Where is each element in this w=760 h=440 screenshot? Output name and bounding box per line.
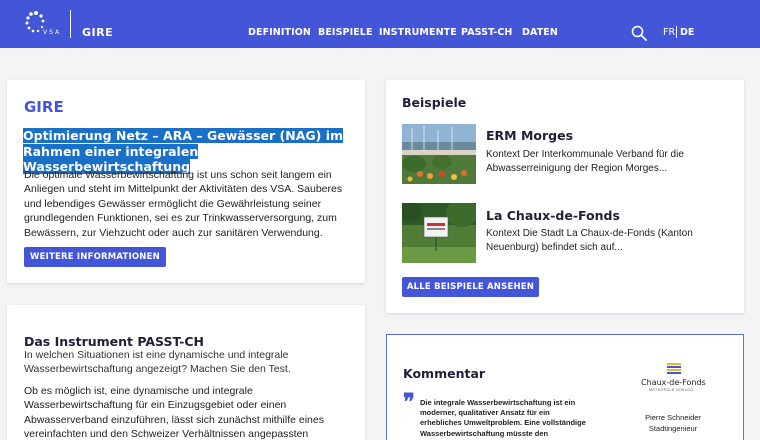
beispiele-card: Beispiele ERM Morges Kontext Der Interko… bbox=[386, 80, 744, 313]
lang-de-link[interactable]: DE bbox=[680, 27, 694, 38]
passt-body-text: Ob es möglich ist, eine dynamische und i… bbox=[24, 385, 324, 440]
logo-text: VSA bbox=[43, 29, 62, 36]
morges-harbour-image[interactable] bbox=[402, 124, 476, 184]
passt-title: Das Instrument PASST-CH bbox=[24, 334, 205, 349]
nav-item-passt-ch[interactable]: PASST-CH bbox=[461, 27, 512, 38]
search-icon[interactable] bbox=[631, 25, 647, 41]
passt-subtitle: In welchen Situationen ist eine dynamisc… bbox=[24, 349, 291, 375]
nav-item-daten[interactable]: DATEN bbox=[522, 27, 558, 38]
commenter-name: Pierre Schneider bbox=[645, 413, 701, 422]
passt-ch-card: Das Instrument PASST-CH In welchen Situa… bbox=[7, 305, 365, 440]
top-nav-bar: VSA GIRE DEFINITION BEISPIELE INSTRUMENT… bbox=[0, 0, 760, 48]
chaux-de-fonds-image[interactable] bbox=[402, 203, 476, 263]
example-title-morges[interactable]: ERM Morges bbox=[486, 128, 573, 143]
beispiele-title: Beispiele bbox=[402, 95, 467, 110]
lang-divider bbox=[676, 26, 677, 38]
example-title-chaux-de-fonds[interactable]: La Chaux-de-Fonds bbox=[486, 208, 620, 223]
city-logo-name: Chaux-de-Fonds bbox=[641, 378, 706, 387]
example-text-chaux-de-fonds: Kontext Die Stadt La Chaux-de-Fonds (Kan… bbox=[486, 228, 693, 253]
nav-item-beispiele[interactable]: BEISPIELE bbox=[318, 27, 373, 38]
gire-card: GIRE Optimierung Netz – ARA – Gewässer (… bbox=[7, 80, 365, 283]
header-divider bbox=[70, 10, 71, 38]
gire-title: GIRE bbox=[24, 98, 64, 116]
commenter-info: Pierre Schneider Stadtingenieur bbox=[643, 412, 703, 434]
kommentar-title: Kommentar bbox=[403, 366, 486, 381]
nav-item-definition[interactable]: DEFINITION bbox=[248, 27, 311, 38]
commenter-role: Stadtingenieur bbox=[648, 424, 698, 433]
brand-name[interactable]: GIRE bbox=[82, 26, 113, 39]
city-logo-subtitle: MÉTROPOLE HORLOG bbox=[649, 388, 694, 392]
nav-item-instrumente[interactable]: INSTRUMENTE bbox=[379, 27, 457, 38]
all-examples-button[interactable]: ALLE BEISPIELE ANSEHEN bbox=[402, 277, 539, 297]
kommentar-quote: Die integrale Wasserbewirtschaftung ist … bbox=[420, 398, 586, 440]
example-text-morges: Kontext Der Interkommunale Verband für d… bbox=[486, 149, 684, 174]
more-info-button[interactable]: WEITERE INFORMATIONEN bbox=[24, 247, 166, 267]
gire-body-text: Die optimale Wasserbewirtschaftung ist u… bbox=[24, 169, 343, 239]
quote-icon: ❞ bbox=[403, 389, 415, 415]
lang-fr-link[interactable]: FR bbox=[663, 27, 675, 38]
kommentar-card: Kommentar ❞ Die integrale Wasserbewirtsc… bbox=[386, 334, 744, 440]
